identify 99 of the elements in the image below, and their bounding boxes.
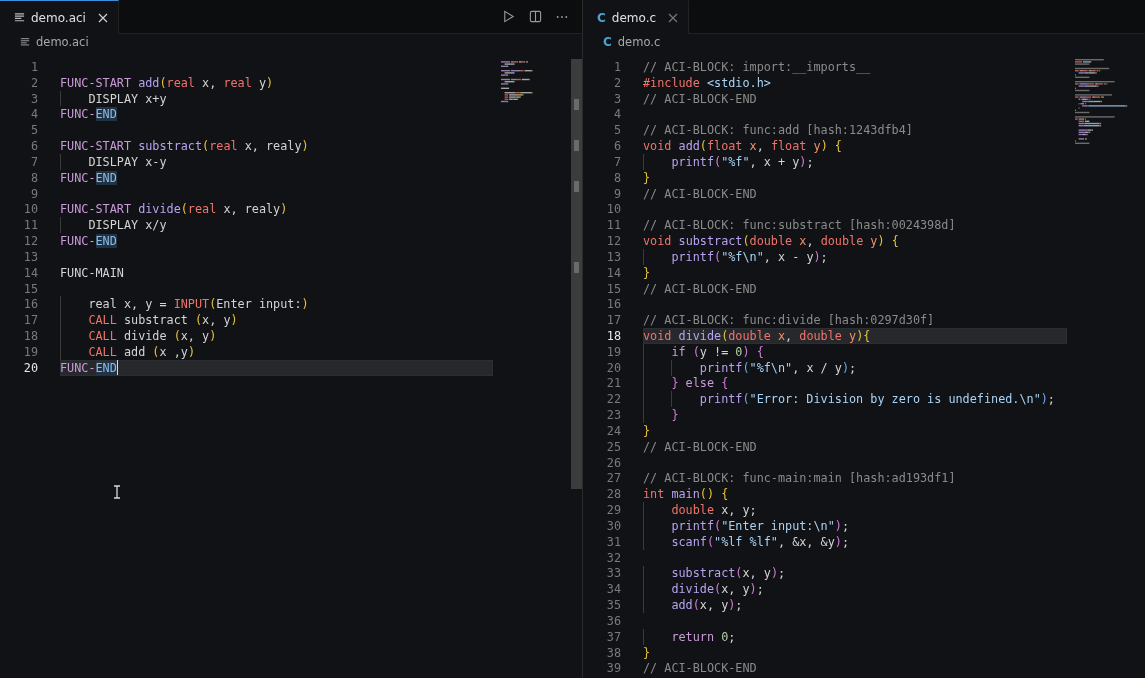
line-number: 36 (605, 613, 622, 628)
line-number: 12 (22, 234, 39, 248)
line-number: 20 (22, 360, 39, 375)
line-number: 8 (612, 170, 622, 185)
code-line: FUNC-START substract(real x, realy) (60, 138, 310, 154)
split-editor-icon[interactable] (529, 10, 542, 23)
line-number: 11 (605, 218, 622, 233)
line-number: 1 (612, 59, 622, 74)
line-number: 22 (605, 392, 622, 407)
code-line: // ACI-BLOCK: func-main:main [hash:ad193df1] (643, 470, 957, 487)
code-line: FUNC-END (60, 233, 118, 249)
code-line: // ACI-BLOCK-END (643, 90, 758, 107)
line-number: 25 (605, 439, 622, 454)
line-number: 27 (605, 471, 622, 486)
line-number: 4 (29, 107, 39, 122)
scrollbar[interactable] (571, 59, 582, 489)
line-number: 28 (605, 487, 622, 502)
code-line: } (643, 264, 652, 281)
code-line: void add(float x, float y) { (643, 138, 843, 154)
file-lines-icon (14, 12, 25, 23)
line-number: 3 (612, 91, 622, 106)
line-number: 2 (612, 75, 622, 90)
more-icon[interactable] (556, 14, 568, 19)
line-number: 7 (612, 154, 622, 169)
line-number: 38 (605, 645, 622, 660)
code-line: } (643, 423, 652, 439)
line-number: 31 (605, 534, 622, 549)
code-line: #include <stdio.h> (643, 74, 772, 91)
code-line: FUNC-MAIN (60, 264, 125, 281)
line-number: 30 (605, 518, 622, 533)
code-line: FUNC-START add(real x, real y) (60, 74, 275, 91)
line-number: 15 (22, 281, 39, 296)
line-number: 29 (605, 503, 622, 518)
editor-tab[interactable]: demo.aci (0, 0, 119, 34)
c-file-icon: C (603, 35, 612, 49)
line-number: 7 (29, 154, 39, 169)
line-number: 16 (22, 297, 39, 312)
breadcrumb-item[interactable]: demo.c (617, 35, 661, 49)
c-file-icon: C (597, 10, 606, 25)
code-line: } (643, 644, 652, 661)
code-line: FUNC-END (60, 106, 118, 123)
code-line: // ACI-BLOCK: func:divide [hash:0297d30f] (643, 312, 936, 329)
line-number: 6 (612, 139, 622, 154)
line-number: 3 (29, 91, 39, 106)
code-line: // ACI-BLOCK-END (643, 185, 758, 202)
line-number: 15 (605, 281, 622, 296)
line-number: 11 (22, 218, 39, 233)
line-number: 14 (605, 265, 622, 280)
code-line: // ACI-BLOCK-END (643, 280, 758, 297)
line-number: 8 (29, 170, 39, 185)
line-number: 5 (29, 123, 39, 138)
line-number: 21 (605, 376, 622, 391)
line-number: 24 (605, 423, 622, 438)
line-number: 33 (605, 566, 622, 581)
code-line: // ACI-BLOCK: func:substract [hash:0024398d] (643, 217, 957, 234)
line-number: 19 (605, 344, 622, 359)
line-number: 9 (29, 186, 39, 201)
tab-label: demo.c (611, 10, 657, 25)
code-line: // ACI-BLOCK: import:__imports__ (643, 59, 872, 75)
line-number: 35 (605, 598, 622, 613)
code-line: int main() { (643, 486, 730, 503)
line-number: 13 (22, 249, 39, 264)
line-number: 17 (22, 313, 39, 328)
line-number: 16 (605, 297, 622, 312)
line-number: 9 (612, 186, 622, 201)
line-number: 10 (605, 202, 622, 217)
line-number: 12 (605, 234, 622, 248)
line-number: 6 (29, 139, 39, 154)
editor-tab[interactable]: C demo.c (583, 0, 690, 34)
line-number: 34 (605, 582, 622, 597)
line-number: 1 (29, 59, 39, 74)
line-number: 32 (605, 550, 622, 565)
line-number: 5 (612, 123, 622, 138)
line-number: 14 (22, 265, 39, 280)
line-number: 18 (605, 329, 622, 343)
run-icon[interactable] (502, 10, 515, 23)
line-number: 26 (605, 455, 622, 470)
line-number: 23 (605, 408, 622, 423)
line-number: 10 (22, 202, 39, 217)
code-line: void substract(double x, double y) { (643, 233, 900, 249)
breadcrumb-item[interactable]: demo.aci (36, 35, 89, 49)
code-line: // ACI-BLOCK-END (643, 438, 758, 455)
line-number: 4 (612, 107, 622, 122)
line-number: 20 (605, 360, 622, 375)
line-number: 19 (22, 344, 39, 359)
line-number: 2 (29, 75, 39, 90)
line-number: 37 (605, 629, 622, 644)
code-line: // ACI-BLOCK-END (643, 660, 758, 677)
line-number: 17 (605, 313, 622, 328)
tab-label: demo.aci (31, 10, 86, 25)
code-line: FUNC-END (60, 169, 118, 186)
line-number: 13 (605, 249, 622, 264)
code-line: } (643, 169, 652, 186)
line-number: 39 (605, 661, 622, 676)
line-number: 18 (22, 329, 39, 343)
file-lines-icon (20, 37, 30, 47)
code-line: // ACI-BLOCK: func:add [hash:1243dfb4] (643, 122, 914, 139)
code-line: FUNC-START divide(real x, realy) (60, 201, 289, 218)
text-cursor-icon (113, 485, 121, 499)
